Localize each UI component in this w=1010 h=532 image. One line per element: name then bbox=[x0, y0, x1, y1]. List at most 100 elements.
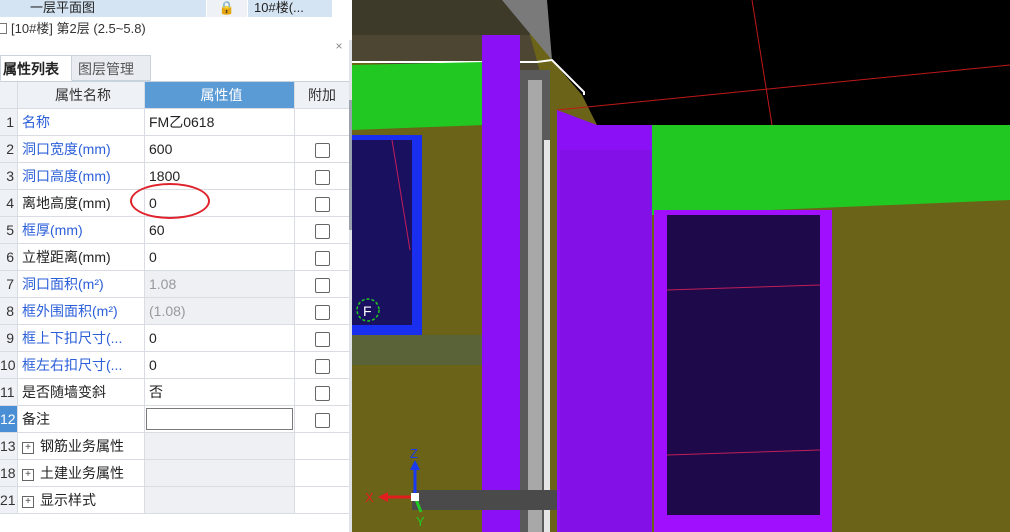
x-axis-label: X bbox=[365, 490, 374, 505]
table-row[interactable]: 9 框上下扣尺寸(... 0 bbox=[0, 325, 349, 352]
extra-cell bbox=[295, 433, 349, 459]
extra-checkbox[interactable] bbox=[314, 142, 330, 158]
property-name: 是否随墙变斜 bbox=[18, 379, 145, 405]
property-name: 框厚(mm) bbox=[18, 217, 145, 243]
extra-cell bbox=[295, 487, 349, 513]
extra-checkbox[interactable] bbox=[314, 223, 330, 239]
beam-left bbox=[352, 62, 484, 130]
property-value: (1.08) bbox=[145, 298, 295, 324]
extra-checkbox[interactable] bbox=[314, 169, 330, 185]
marker-label: F bbox=[363, 303, 372, 319]
extra-checkbox[interactable] bbox=[314, 412, 330, 428]
property-name: 洞口面积(m²) bbox=[18, 271, 145, 297]
row-index: 2 bbox=[0, 136, 18, 162]
row-index: 7 bbox=[0, 271, 18, 297]
group-name-cell[interactable]: + 钢筋业务属性 bbox=[18, 433, 145, 459]
group-value-cell bbox=[145, 460, 295, 486]
property-value: 1.08 bbox=[145, 271, 295, 297]
row-index: 5 bbox=[0, 217, 18, 243]
property-name: 框上下扣尺寸(... bbox=[18, 325, 145, 351]
group-name-cell[interactable]: + 土建业务属性 bbox=[18, 460, 145, 486]
window-sill bbox=[352, 335, 482, 365]
property-name: 名称 bbox=[18, 109, 145, 135]
row-index: 18 bbox=[0, 460, 18, 486]
property-value[interactable]: FM乙0618 bbox=[145, 109, 295, 135]
property-value[interactable]: 600 bbox=[145, 136, 295, 162]
tab-layer-management[interactable]: 图层管理 bbox=[72, 55, 151, 81]
group-row[interactable]: 18 + 土建业务属性 bbox=[0, 460, 349, 487]
column-front-face bbox=[560, 150, 652, 532]
expand-plus-icon[interactable]: + bbox=[22, 496, 34, 508]
header-index-cell bbox=[0, 82, 18, 108]
floor-name-cell[interactable]: 一层平面图 bbox=[0, 0, 206, 17]
header-extra[interactable]: 附加 bbox=[295, 82, 349, 108]
extra-cell bbox=[295, 352, 349, 378]
table-row[interactable]: 7 洞口面积(m²) 1.08 bbox=[0, 271, 349, 298]
extra-cell bbox=[295, 325, 349, 351]
building-cell[interactable]: 10#楼(... bbox=[248, 0, 332, 17]
property-value[interactable]: 否 bbox=[145, 379, 295, 405]
table-row[interactable]: 2 洞口宽度(mm) 600 bbox=[0, 136, 349, 163]
group-value-cell bbox=[145, 487, 295, 513]
extra-cell bbox=[295, 379, 349, 405]
property-name: 洞口宽度(mm) bbox=[18, 136, 145, 162]
y-axis-label: Y bbox=[416, 514, 425, 529]
table-row[interactable]: 10 框左右扣尺寸(... 0 bbox=[0, 352, 349, 379]
row-index: 12 bbox=[0, 406, 18, 432]
extra-checkbox[interactable] bbox=[314, 331, 330, 347]
property-grid: 属性名称 属性值 附加 1 名称 FM乙0618 2 洞口宽度(mm) 600 … bbox=[0, 82, 349, 514]
floor-tree-row[interactable]: [10#楼] 第2层 (2.5~5.8) bbox=[0, 20, 352, 38]
property-name: 框外围面积(m²) bbox=[18, 298, 145, 324]
header-value[interactable]: 属性值 bbox=[145, 82, 295, 108]
row-index: 21 bbox=[0, 487, 18, 513]
extra-cell bbox=[295, 406, 349, 432]
close-icon[interactable]: × bbox=[333, 40, 345, 52]
row-index: 1 bbox=[0, 109, 18, 135]
property-value[interactable]: 0 bbox=[145, 352, 295, 378]
slab bbox=[547, 0, 1010, 125]
lock-icon[interactable]: 🔒 bbox=[207, 0, 247, 17]
row-index: 10 bbox=[0, 352, 18, 378]
floor-list-row[interactable]: 一层平面图 🔒 10#楼(... bbox=[0, 0, 352, 18]
table-row[interactable]: 8 框外围面积(m²) (1.08) bbox=[0, 298, 349, 325]
collapse-box-icon[interactable] bbox=[0, 23, 7, 34]
extra-checkbox[interactable] bbox=[314, 250, 330, 266]
extra-cell bbox=[295, 460, 349, 486]
expand-plus-icon[interactable]: + bbox=[22, 442, 34, 454]
expand-plus-icon[interactable]: + bbox=[22, 469, 34, 481]
row-index: 8 bbox=[0, 298, 18, 324]
extra-checkbox[interactable] bbox=[314, 385, 330, 401]
group-name-cell[interactable]: + 显示样式 bbox=[18, 487, 145, 513]
tab-property-list[interactable]: 属性列表 bbox=[0, 55, 72, 81]
property-name: 洞口高度(mm) bbox=[18, 163, 145, 189]
extra-cell bbox=[295, 298, 349, 324]
window-opening-left bbox=[352, 140, 412, 325]
extra-checkbox[interactable] bbox=[314, 304, 330, 320]
extra-cell bbox=[295, 244, 349, 270]
group-row[interactable]: 13 + 钢筋业务属性 bbox=[0, 433, 349, 460]
property-name: 备注 bbox=[18, 406, 145, 432]
3d-scene[interactable]: F Z X Y bbox=[352, 0, 1010, 532]
3d-viewport[interactable]: F Z X Y bbox=[352, 0, 1010, 532]
property-value[interactable]: 60 bbox=[145, 217, 295, 243]
extra-checkbox[interactable] bbox=[314, 358, 330, 374]
table-row-selected[interactable]: 12 备注 bbox=[0, 406, 349, 433]
property-value[interactable]: 0 bbox=[145, 325, 295, 351]
header-name[interactable]: 属性名称 bbox=[18, 82, 145, 108]
group-row[interactable]: 21 + 显示样式 bbox=[0, 487, 349, 514]
extra-cell bbox=[295, 271, 349, 297]
extra-checkbox[interactable] bbox=[314, 277, 330, 293]
table-row[interactable]: 6 立樘距离(mm) 0 bbox=[0, 244, 349, 271]
row-index: 4 bbox=[0, 190, 18, 216]
table-row[interactable]: 5 框厚(mm) 60 bbox=[0, 217, 349, 244]
property-value[interactable]: 0 bbox=[145, 244, 295, 270]
remark-input[interactable] bbox=[146, 408, 293, 430]
table-row[interactable]: 1 名称 FM乙0618 bbox=[0, 109, 349, 136]
extra-cell bbox=[295, 136, 349, 162]
door-opening bbox=[667, 215, 820, 515]
axis-origin bbox=[411, 493, 419, 501]
extra-checkbox[interactable] bbox=[314, 196, 330, 212]
table-row[interactable]: 11 是否随墙变斜 否 bbox=[0, 379, 349, 406]
row-index: 13 bbox=[0, 433, 18, 459]
property-value-editor[interactable] bbox=[145, 406, 295, 432]
